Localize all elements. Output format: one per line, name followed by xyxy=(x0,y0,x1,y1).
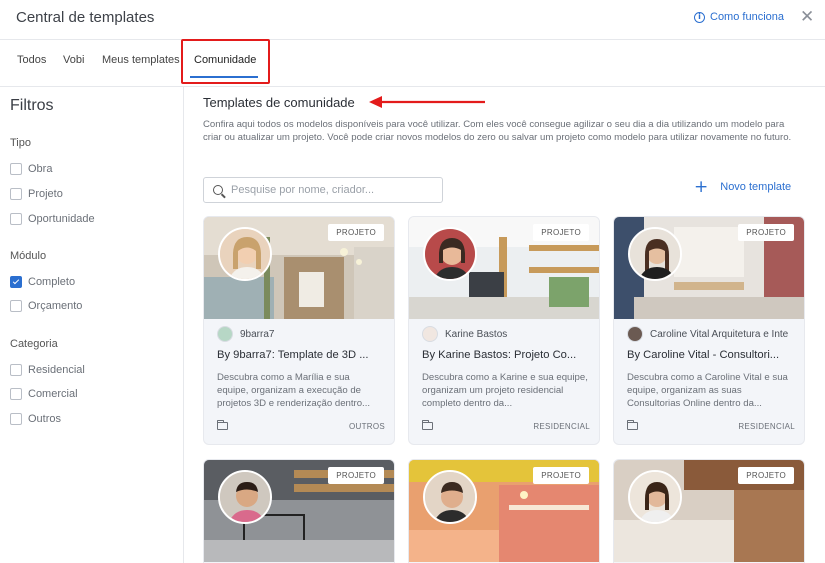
avatar xyxy=(218,470,272,524)
category-label: RESIDENCIAL xyxy=(533,422,590,431)
template-card[interactable]: PROJETO xyxy=(408,459,600,563)
card-title: By 9barra7: Template de 3D ... xyxy=(217,349,369,361)
filters-title: Filtros xyxy=(10,97,54,114)
author-avatar xyxy=(627,326,643,342)
folder-icon xyxy=(626,420,638,430)
author-name: Karine Bastos xyxy=(445,328,508,340)
filter-label: Orçamento xyxy=(28,300,83,312)
card-description: Descubra como a Caroline Vital e sua equ… xyxy=(627,372,788,409)
annotation-highlight-box xyxy=(181,39,270,84)
author-avatar xyxy=(217,326,233,342)
template-card[interactable]: PROJETO Caroline Vital Arquitetura e Int… xyxy=(613,216,805,445)
checkbox[interactable] xyxy=(10,413,22,425)
filter-label: Comercial xyxy=(28,388,78,400)
type-badge: PROJETO xyxy=(738,224,794,241)
template-card[interactable]: PROJETO xyxy=(613,459,805,563)
new-template-button[interactable]: + Novo template xyxy=(694,176,792,197)
checkmark-icon xyxy=(12,277,20,284)
template-card[interactable]: PROJETO 9barra7 By 9barra7: Template de … xyxy=(203,216,395,445)
filter-completo[interactable]: Completo xyxy=(10,276,75,288)
search-box[interactable] xyxy=(203,177,443,203)
filter-group-categoria-title: Categoria xyxy=(10,338,58,350)
card-title: By Karine Bastos: Projeto Co... xyxy=(422,349,577,361)
checkbox-checked[interactable] xyxy=(10,276,22,288)
checkbox[interactable] xyxy=(10,163,22,175)
folder-icon xyxy=(421,420,433,430)
template-card[interactable]: PROJETO xyxy=(203,459,395,563)
card-description: Descubra como a Marília e sua equipe, or… xyxy=(217,372,371,409)
filter-group-modulo-title: Módulo xyxy=(10,250,47,262)
tab-todos[interactable]: Todos xyxy=(17,54,46,66)
author-avatar xyxy=(422,326,438,342)
folder-icon xyxy=(216,420,228,430)
type-badge: PROJETO xyxy=(533,224,589,241)
new-template-label: Novo template xyxy=(720,181,792,193)
category-label: RESIDENCIAL xyxy=(738,422,795,431)
filter-label: Completo xyxy=(28,276,76,288)
help-link[interactable]: i Como funciona xyxy=(694,11,784,23)
filter-oportunidade[interactable]: Oportunidade xyxy=(10,213,95,225)
search-input[interactable] xyxy=(231,184,431,196)
type-badge: PROJETO xyxy=(533,467,589,484)
filter-obra[interactable]: Obra xyxy=(10,163,52,175)
checkbox[interactable] xyxy=(10,188,22,200)
author-row: Karine Bastos xyxy=(422,326,597,342)
filters-sidebar: Filtros Tipo Obra Projeto Oportunidade M… xyxy=(0,87,184,563)
info-icon: i xyxy=(694,11,705,23)
avatar xyxy=(628,470,682,524)
filter-comercial[interactable]: Comercial xyxy=(10,388,78,400)
section-description: Confira aqui todos os modelos disponívei… xyxy=(203,119,792,143)
author-name: 9barra7 xyxy=(240,328,275,340)
annotation-arrow-icon xyxy=(369,96,485,108)
type-badge: PROJETO xyxy=(738,467,794,484)
filter-orcamento[interactable]: Orçamento xyxy=(10,300,82,312)
tab-meus-templates[interactable]: Meus templates xyxy=(102,54,180,66)
author-name: Caroline Vital Arquitetura e Inte xyxy=(650,328,789,340)
avatar xyxy=(628,227,682,281)
modal-header: Central de templates i Como funciona ✕ xyxy=(0,0,825,40)
modal-title: Central de templates xyxy=(16,9,155,26)
card-title: By Caroline Vital - Consultori... xyxy=(627,349,780,361)
type-badge: PROJETO xyxy=(328,467,384,484)
avatar xyxy=(423,227,477,281)
checkbox[interactable] xyxy=(10,213,22,225)
checkbox[interactable] xyxy=(10,388,22,400)
avatar xyxy=(218,227,272,281)
section-title: Templates de comunidade xyxy=(203,95,355,110)
help-link-label: Como funciona xyxy=(710,11,784,23)
filter-label: Outros xyxy=(28,413,62,425)
tab-bar: Todos Vobi Meus templates Comunidade xyxy=(0,40,825,87)
checkbox[interactable] xyxy=(10,364,22,376)
filter-label: Obra xyxy=(28,163,53,175)
filter-group-tipo-title: Tipo xyxy=(10,137,31,149)
type-badge: PROJETO xyxy=(328,224,384,241)
avatar xyxy=(423,470,477,524)
author-row: Caroline Vital Arquitetura e Inte xyxy=(627,326,802,342)
close-icon[interactable]: ✕ xyxy=(800,7,814,27)
filter-projeto[interactable]: Projeto xyxy=(10,188,63,200)
filter-label: Projeto xyxy=(28,188,63,200)
tab-vobi[interactable]: Vobi xyxy=(63,54,84,66)
author-row: 9barra7 xyxy=(217,326,392,342)
category-label: OUTROS xyxy=(348,422,385,431)
filter-label: Oportunidade xyxy=(28,213,95,225)
search-icon xyxy=(213,185,223,195)
filter-residencial[interactable]: Residencial xyxy=(10,364,85,376)
template-card[interactable]: PROJETO Karine Bastos By Karine Bastos: … xyxy=(408,216,600,445)
card-description: Descubra como a Karine e sua equipe, org… xyxy=(422,372,588,409)
filter-outros[interactable]: Outros xyxy=(10,413,61,425)
filter-label: Residencial xyxy=(28,364,85,376)
plus-icon: + xyxy=(694,176,709,197)
checkbox[interactable] xyxy=(10,300,22,312)
